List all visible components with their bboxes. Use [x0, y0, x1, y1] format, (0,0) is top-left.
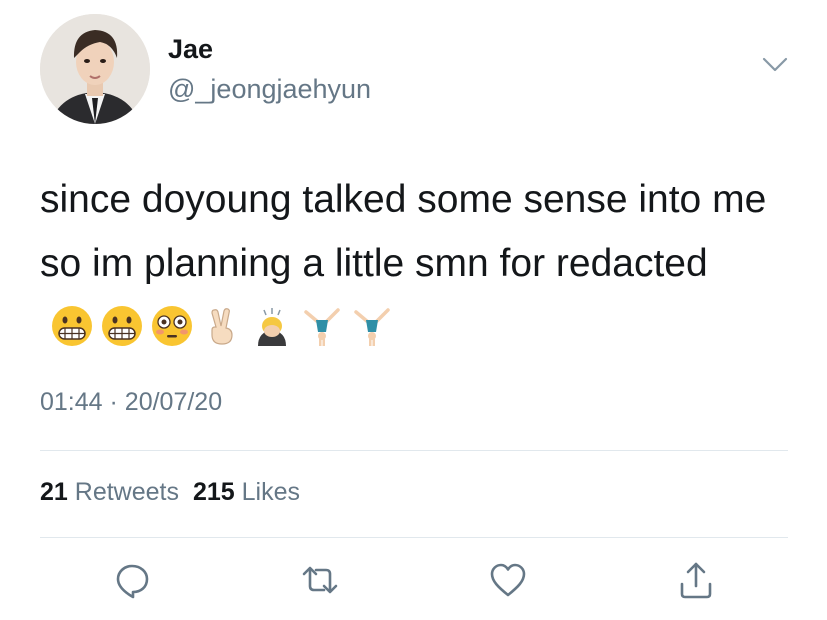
chevron-down-icon[interactable]: [762, 56, 788, 74]
engagement-stats: 21 Retweets 215 Likes: [40, 478, 300, 507]
action-bar: [0, 560, 827, 600]
heart-icon[interactable]: [488, 560, 528, 600]
tweet-date: 20/07/20: [124, 388, 223, 416]
flushed-face-icon: [152, 305, 192, 346]
victory-hand-icon: [211, 307, 233, 345]
emoji-group: [50, 304, 394, 348]
grimacing-face-icon: [52, 305, 92, 346]
retweets-stat[interactable]: 21 Retweets: [40, 478, 179, 506]
person-cartwheeling-icon: [304, 307, 340, 346]
likes-count: 215: [192, 478, 235, 506]
divider: [40, 537, 788, 538]
likes-label: Likes: [241, 478, 301, 506]
author-display-name[interactable]: Jae: [168, 34, 213, 65]
retweet-icon[interactable]: [300, 560, 340, 600]
person-bowing-icon: [258, 307, 286, 346]
grimacing-face-icon: [102, 305, 142, 346]
tweet-time: 01:44: [40, 388, 103, 416]
likes-stat[interactable]: 215 Likes: [193, 478, 300, 506]
tweet-text: since doyoung talked some sense into me …: [40, 178, 767, 285]
retweets-label: Retweets: [74, 478, 179, 506]
tweet-timestamp[interactable]: 01:44 · 20/07/20: [40, 388, 222, 417]
timestamp-separator: ·: [109, 388, 118, 416]
tweet-body: since doyoung talked some sense into me …: [40, 168, 800, 360]
profile-photo: [40, 14, 150, 124]
author-handle[interactable]: @_jeongjaehyun: [168, 74, 371, 105]
reply-icon[interactable]: [112, 560, 152, 600]
person-cartwheeling-icon: [354, 307, 390, 346]
divider: [40, 450, 788, 451]
retweets-count: 21: [40, 478, 68, 506]
share-icon[interactable]: [676, 560, 716, 600]
avatar[interactable]: [40, 14, 150, 124]
